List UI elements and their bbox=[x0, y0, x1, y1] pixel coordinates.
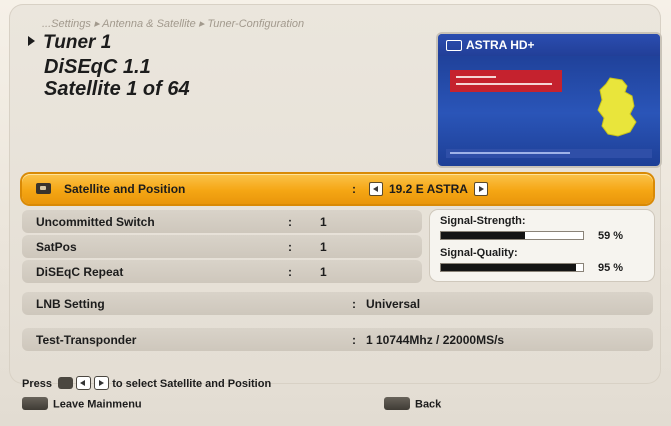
signal-quality-label: Signal-Quality: bbox=[440, 247, 518, 259]
satellite-position-value-group: 19.2 E ASTRA bbox=[369, 181, 488, 197]
diseqc-title: DiSEqC 1.1 bbox=[44, 56, 151, 78]
leave-mainmenu-label: Leave Mainmenu bbox=[53, 398, 142, 411]
germany-map-icon bbox=[597, 77, 637, 137]
menu-key-icon bbox=[22, 397, 48, 410]
tuner-title: Tuner 1 bbox=[28, 32, 111, 54]
help-line: Press to select Satellite and Position bbox=[22, 376, 272, 391]
signal-panel: Signal-Strength: 59 % Signal-Quality: 95… bbox=[430, 210, 654, 281]
signal-quality-fill bbox=[441, 264, 576, 271]
arrow-right-icon bbox=[28, 35, 35, 46]
lnb-setting-row[interactable]: LNB Setting : Universal bbox=[22, 292, 653, 315]
back-key-icon bbox=[384, 397, 410, 410]
signal-strength-value: 59 % bbox=[598, 230, 624, 242]
arrow-right-icon bbox=[94, 376, 110, 390]
signal-strength-fill bbox=[441, 232, 525, 239]
satellite-position-row[interactable]: Satellite and Position : 19.2 E ASTRA bbox=[22, 174, 653, 204]
ok-key-icon bbox=[36, 183, 51, 194]
signal-strength-bar bbox=[440, 231, 584, 240]
back-label: Back bbox=[415, 398, 442, 411]
satpos-value: 1 bbox=[320, 240, 327, 254]
help-suffix: to select Satellite and Position bbox=[112, 377, 272, 390]
channel-badge-icon bbox=[446, 40, 462, 51]
uncommitted-switch-colon: : bbox=[288, 215, 292, 229]
test-transponder-value: 1 10744Mhz / 22000MS/s bbox=[366, 333, 505, 347]
ok-key-icon bbox=[58, 377, 74, 389]
diseqc-repeat-colon: : bbox=[288, 265, 292, 279]
satpos-row[interactable]: SatPos : 1 bbox=[22, 235, 422, 258]
preview-ticker bbox=[446, 149, 652, 158]
diseqc-repeat-label: DiSEqC Repeat bbox=[36, 265, 124, 279]
satellite-count-title: Satellite 1 of 64 bbox=[44, 78, 190, 100]
test-transponder-label: Test-Transponder bbox=[36, 333, 137, 347]
uncommitted-switch-label: Uncommitted Switch bbox=[36, 215, 155, 229]
test-transponder-row[interactable]: Test-Transponder : 1 10744Mhz / 22000MS/… bbox=[22, 328, 653, 351]
tuner-label: Tuner 1 bbox=[43, 32, 112, 53]
tuner-configuration-screen: ...Settings ▸ Antenna & Satellite ▸ Tune… bbox=[0, 0, 671, 426]
preview-news-box bbox=[450, 70, 562, 92]
preview-channel-name: ASTRA HD+ bbox=[466, 38, 535, 52]
lnb-setting-value: Universal bbox=[366, 297, 421, 311]
test-transponder-colon: : bbox=[352, 333, 356, 347]
arrow-left-icon bbox=[76, 376, 92, 390]
satellite-position-value: 19.2 E ASTRA bbox=[389, 182, 468, 196]
satpos-label: SatPos bbox=[36, 240, 77, 254]
satellite-position-colon: : bbox=[352, 182, 356, 196]
leave-mainmenu-button[interactable]: Leave Mainmenu bbox=[22, 397, 142, 411]
help-prefix: Press bbox=[22, 377, 52, 390]
breadcrumb: ...Settings ▸ Antenna & Satellite ▸ Tune… bbox=[42, 18, 305, 30]
tv-preview: ASTRA HD+ bbox=[438, 34, 660, 166]
lnb-setting-label: LNB Setting bbox=[36, 297, 105, 311]
satpos-colon: : bbox=[288, 240, 292, 254]
arrow-right-icon[interactable] bbox=[473, 181, 488, 196]
diseqc-repeat-row[interactable]: DiSEqC Repeat : 1 bbox=[22, 260, 422, 283]
signal-quality-bar bbox=[440, 263, 584, 272]
lnb-setting-colon: : bbox=[352, 297, 356, 311]
back-button[interactable]: Back bbox=[384, 397, 442, 411]
signal-strength-label: Signal-Strength: bbox=[440, 215, 526, 227]
diseqc-repeat-value: 1 bbox=[320, 265, 327, 279]
signal-quality-value: 95 % bbox=[598, 262, 624, 274]
uncommitted-switch-row[interactable]: Uncommitted Switch : 1 bbox=[22, 210, 422, 233]
arrow-left-icon[interactable] bbox=[369, 181, 383, 196]
uncommitted-switch-value: 1 bbox=[320, 215, 327, 229]
satellite-position-label: Satellite and Position bbox=[64, 182, 186, 196]
